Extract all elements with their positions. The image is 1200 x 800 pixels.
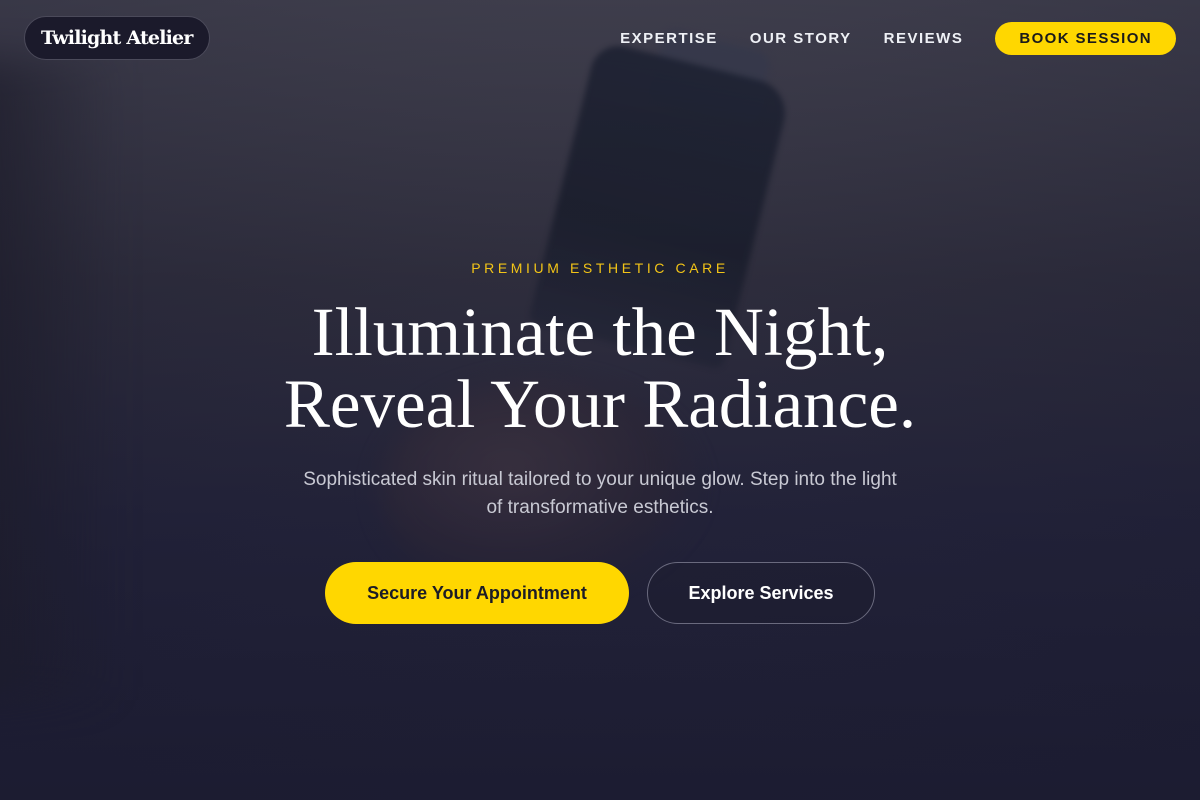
- hero-section: Twilight Atelier EXPERTISE OUR STORY REV…: [0, 0, 1200, 800]
- nav-link-our-story[interactable]: OUR STORY: [750, 22, 852, 55]
- hero-subtext: Sophisticated skin ritual tailored to yo…: [260, 466, 940, 522]
- hero-cta-row: Secure Your Appointment Explore Services: [0, 562, 1200, 624]
- nav-link-expertise[interactable]: EXPERTISE: [620, 22, 718, 55]
- hero-subtext-line-2: of transformative esthetics.: [486, 497, 714, 518]
- hero-subtext-line-1: Sophisticated skin ritual tailored to yo…: [303, 469, 897, 490]
- explore-services-button[interactable]: Explore Services: [647, 562, 875, 624]
- logo[interactable]: Twilight Atelier: [24, 16, 210, 60]
- book-session-button[interactable]: BOOK SESSION: [995, 22, 1176, 55]
- hero-content: PREMIUM ESTHETIC CARE Illuminate the Nig…: [0, 258, 1200, 624]
- brand-name: Twilight Atelier: [41, 27, 193, 49]
- hero-headline-line-2: Reveal Your Radiance.: [283, 366, 917, 442]
- secure-appointment-button[interactable]: Secure Your Appointment: [325, 562, 629, 624]
- hero-headline-line-1: Illuminate the Night,: [311, 294, 889, 370]
- hero-eyebrow: PREMIUM ESTHETIC CARE: [471, 260, 729, 276]
- hero-headline: Illuminate the Night, Reveal Your Radian…: [0, 296, 1200, 440]
- nav-link-reviews[interactable]: REVIEWS: [884, 22, 964, 55]
- site-header: Twilight Atelier EXPERTISE OUR STORY REV…: [0, 0, 1200, 78]
- main-nav: EXPERTISE OUR STORY REVIEWS BOOK SESSION: [620, 22, 1176, 55]
